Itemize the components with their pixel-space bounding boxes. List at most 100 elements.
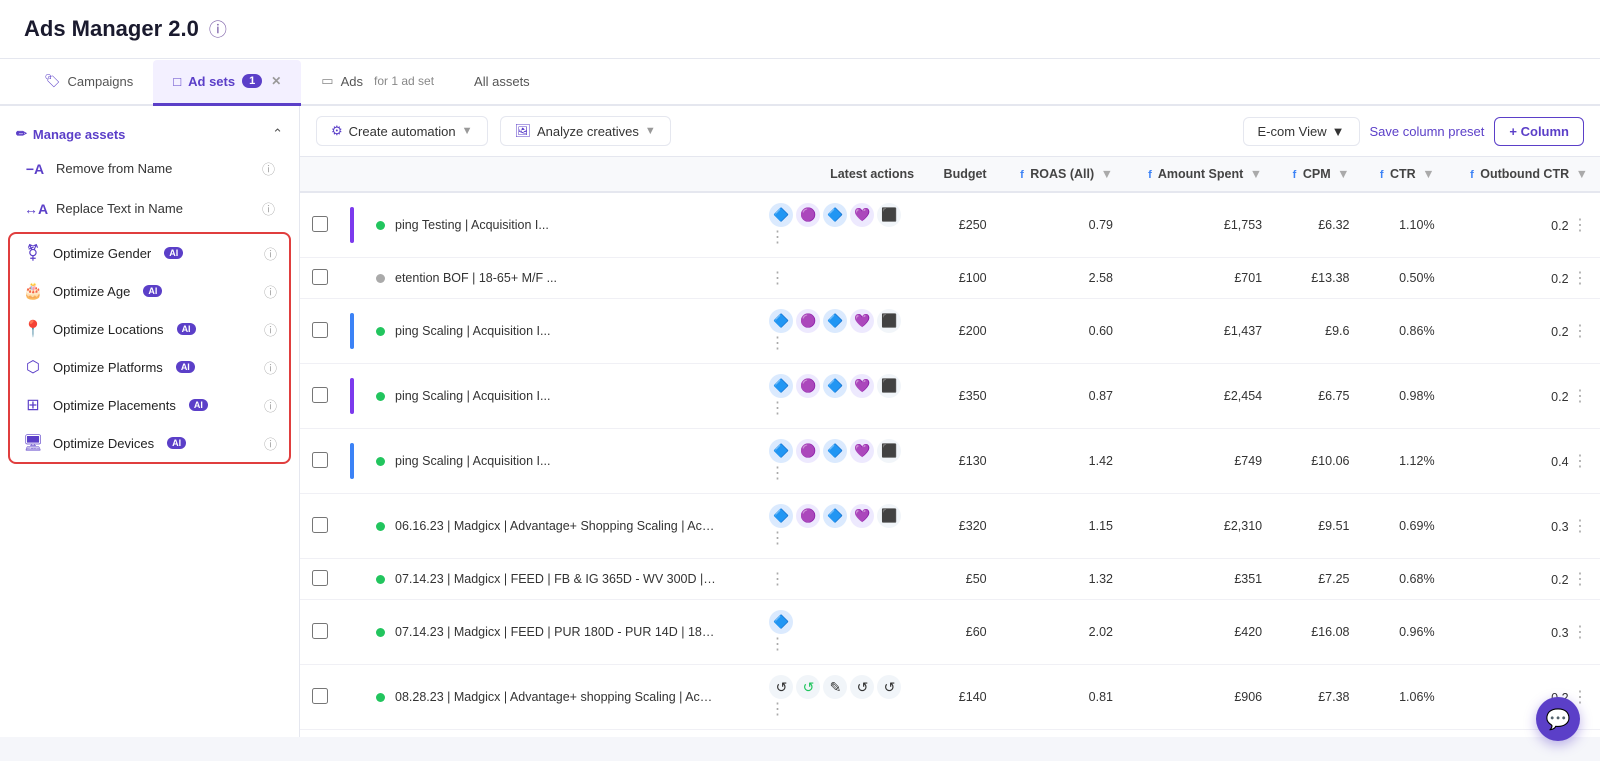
ecom-view-button[interactable]: E-com View ▼	[1243, 117, 1360, 146]
tab-adsets[interactable]: □ Ad sets 1 ✕	[153, 60, 301, 106]
row-more-icon[interactable]: ⋮	[1572, 518, 1588, 535]
action-icon-5[interactable]: ⬛	[877, 439, 901, 463]
row-checkbox[interactable]	[312, 322, 328, 338]
cell-checkbox[interactable]	[300, 429, 340, 494]
more-icon[interactable]: ⋮	[769, 701, 785, 718]
action-icon-3[interactable]: ✎	[823, 675, 847, 699]
cell-checkbox[interactable]	[300, 364, 340, 429]
create-automation-button[interactable]: ⚙ Create automation ▼	[316, 116, 488, 146]
action-icon-2[interactable]: ↺	[796, 675, 820, 699]
row-checkbox[interactable]	[312, 269, 328, 285]
save-column-preset-button[interactable]: Save column preset	[1370, 124, 1485, 139]
row-more-icon[interactable]: ⋮	[1572, 453, 1588, 470]
action-icon-5[interactable]: ⬛	[877, 203, 901, 227]
cell-checkbox[interactable]	[300, 299, 340, 364]
row-checkbox[interactable]	[312, 387, 328, 403]
action-icon-2[interactable]: 🟣	[796, 309, 820, 333]
more-icon[interactable]: ⋮	[769, 530, 785, 547]
optimize-gender-item[interactable]: ⚧ Optimize Gender AI ⓘ	[10, 234, 289, 272]
more-icon[interactable]: ⋮	[769, 335, 785, 352]
action-icon-5[interactable]: ⬛	[877, 374, 901, 398]
col-actions[interactable]: Latest actions	[757, 157, 926, 192]
adsets-close-icon[interactable]: ✕	[271, 74, 281, 88]
row-more-icon[interactable]: ⋮	[1572, 388, 1588, 405]
optimize-placements-item[interactable]: ⊞ Optimize Placements AI ⓘ	[10, 386, 289, 424]
action-icon-2[interactable]: 🟣	[796, 504, 820, 528]
tab-ads[interactable]: ▭ Ads for 1 ad set	[301, 59, 454, 106]
col-roas[interactable]: f ROAS (All) ▼	[999, 157, 1125, 192]
action-icon-2[interactable]: 🟣	[796, 439, 820, 463]
action-icon-1[interactable]: 🔷	[769, 309, 793, 333]
optimize-locations-info-icon[interactable]: ⓘ	[264, 320, 277, 339]
row-checkbox[interactable]	[312, 452, 328, 468]
cell-checkbox[interactable]	[300, 730, 340, 738]
action-icon-4[interactable]: ↺	[850, 675, 874, 699]
row-more-icon[interactable]: ⋮	[1572, 323, 1588, 340]
analyze-creatives-button[interactable]: 🖼 Analyze creatives ▼	[500, 116, 671, 146]
more-icon[interactable]: ⋮	[769, 636, 785, 653]
action-icon-1[interactable]: 🔷	[769, 504, 793, 528]
action-icon-1[interactable]: ↺	[769, 675, 793, 699]
action-icon-4[interactable]: 💜	[850, 203, 874, 227]
optimize-age-item[interactable]: 🎂 Optimize Age AI ⓘ	[10, 272, 289, 310]
action-icon-4[interactable]: 💜	[850, 374, 874, 398]
tab-allassets[interactable]: All assets	[454, 60, 550, 106]
cell-checkbox[interactable]	[300, 600, 340, 665]
row-more-icon[interactable]: ⋮	[1572, 270, 1588, 287]
row-more-icon[interactable]: ⋮	[1572, 624, 1588, 641]
row-checkbox[interactable]	[312, 216, 328, 232]
action-icon-3[interactable]: 🔷	[823, 203, 847, 227]
action-icon-4[interactable]: 💜	[850, 439, 874, 463]
chat-button[interactable]: 💬	[1536, 697, 1580, 741]
remove-from-name-info-icon[interactable]: ⓘ	[262, 159, 275, 178]
col-outbound-ctr[interactable]: f Outbound CTR ▼	[1447, 157, 1600, 192]
action-icon-5[interactable]: ⬛	[877, 504, 901, 528]
optimize-placements-info-icon[interactable]: ⓘ	[264, 396, 277, 415]
row-checkbox[interactable]	[312, 517, 328, 533]
col-ctr[interactable]: f CTR ▼	[1361, 157, 1446, 192]
action-icon-2[interactable]: 🟣	[796, 203, 820, 227]
optimize-devices-item[interactable]: 🖥 Optimize Devices AI ⓘ	[10, 424, 289, 462]
action-icon-3[interactable]: 🔷	[823, 504, 847, 528]
help-icon[interactable]: ⓘ	[209, 16, 227, 42]
action-icon-1[interactable]: 🔷	[769, 203, 793, 227]
cell-checkbox[interactable]	[300, 258, 340, 299]
action-icon-4[interactable]: 💜	[850, 504, 874, 528]
action-icon-1[interactable]: 🔷	[769, 439, 793, 463]
optimize-devices-info-icon[interactable]: ⓘ	[264, 434, 277, 453]
more-icon[interactable]: ⋮	[769, 400, 785, 417]
cell-checkbox[interactable]	[300, 192, 340, 258]
tab-campaigns[interactable]: 🏷 Campaigns	[24, 59, 153, 106]
more-icon[interactable]: ⋮	[769, 571, 785, 588]
cell-checkbox[interactable]	[300, 494, 340, 559]
action-icon-3[interactable]: 🔷	[823, 374, 847, 398]
action-icon-5[interactable]: ⬛	[877, 309, 901, 333]
optimize-locations-item[interactable]: 📍 Optimize Locations AI ⓘ	[10, 310, 289, 348]
col-amount-spent[interactable]: f Amount Spent ▼	[1125, 157, 1274, 192]
action-icon-1[interactable]: 🔷	[769, 610, 793, 634]
col-budget[interactable]: Budget	[926, 157, 998, 192]
cell-checkbox[interactable]	[300, 665, 340, 730]
cell-checkbox[interactable]	[300, 559, 340, 600]
action-icon-4[interactable]: 💜	[850, 309, 874, 333]
action-icon-1[interactable]: 🔷	[769, 374, 793, 398]
add-column-button[interactable]: + Column	[1494, 117, 1584, 146]
row-checkbox[interactable]	[312, 688, 328, 704]
panel-chevron-icon[interactable]: ⌃	[272, 126, 283, 142]
action-icon-3[interactable]: 🔷	[823, 439, 847, 463]
action-icon-2[interactable]: 🟣	[796, 374, 820, 398]
col-cpm[interactable]: f CPM ▼	[1274, 157, 1361, 192]
action-icon-3[interactable]: 🔷	[823, 309, 847, 333]
more-icon[interactable]: ⋮	[769, 229, 785, 246]
optimize-platforms-info-icon[interactable]: ⓘ	[264, 358, 277, 377]
optimize-gender-info-icon[interactable]: ⓘ	[264, 244, 277, 263]
more-icon[interactable]: ⋮	[769, 465, 785, 482]
menu-item-remove-from-name[interactable]: −A Remove from Name ⓘ	[8, 149, 291, 188]
row-more-icon[interactable]: ⋮	[1572, 217, 1588, 234]
optimize-age-info-icon[interactable]: ⓘ	[264, 282, 277, 301]
action-icon-5[interactable]: ↺	[877, 675, 901, 699]
row-checkbox[interactable]	[312, 623, 328, 639]
more-icon[interactable]: ⋮	[769, 270, 785, 287]
menu-item-replace-text-name[interactable]: ↔A Replace Text in Name ⓘ	[8, 189, 291, 228]
replace-text-info-icon[interactable]: ⓘ	[262, 199, 275, 218]
